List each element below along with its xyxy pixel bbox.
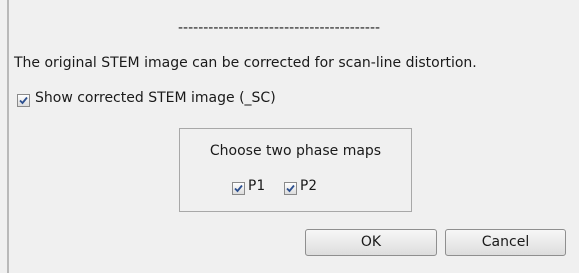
phase-maps-title: Choose two phase maps: [209, 143, 382, 159]
p2-label[interactable]: P2: [300, 178, 317, 194]
dialog-panel: ----------------------------------------…: [0, 0, 579, 273]
window-left-border: [7, 0, 9, 273]
p1-checkbox[interactable]: [232, 182, 245, 195]
separator-line: ----------------------------------------: [178, 20, 381, 36]
show-corrected-checkbox[interactable]: [17, 94, 30, 107]
checkmark-icon: [286, 184, 295, 193]
cancel-button[interactable]: Cancel: [445, 229, 566, 256]
show-corrected-label[interactable]: Show corrected STEM image (_SC): [35, 90, 276, 106]
ok-button[interactable]: OK: [305, 229, 437, 256]
p1-label[interactable]: P1: [248, 178, 265, 194]
checkmark-icon: [19, 96, 28, 105]
p2-checkbox[interactable]: [284, 182, 297, 195]
description-text: The original STEM image can be corrected…: [14, 55, 477, 71]
phase-maps-group: Choose two phase maps P1 P2: [179, 128, 412, 212]
checkmark-icon: [234, 184, 243, 193]
